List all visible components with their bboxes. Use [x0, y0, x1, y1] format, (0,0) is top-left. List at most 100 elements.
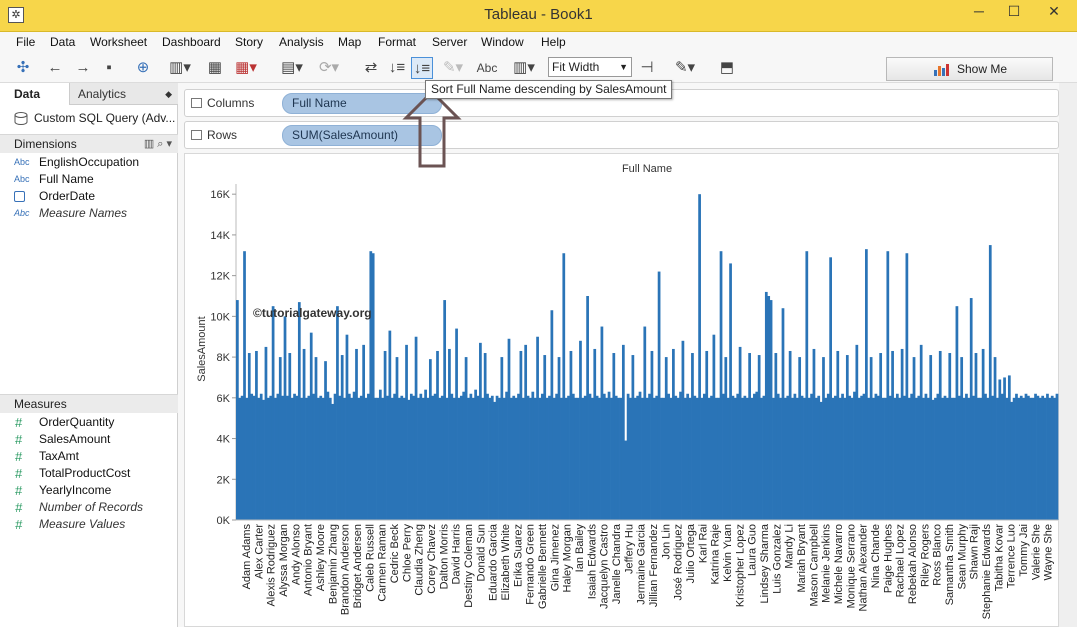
fit-select[interactable]: Fit Width ▼ — [548, 57, 632, 77]
bar — [614, 395, 618, 520]
bar — [891, 350, 894, 520]
duplicate-sheet-icon[interactable]: ▦ — [204, 57, 226, 79]
new-worksheet-icon[interactable]: ▥▾ — [164, 57, 196, 79]
menu-help[interactable]: Help — [541, 35, 566, 49]
bar — [395, 357, 399, 520]
fix-axes-icon[interactable]: ▥▾ — [508, 57, 540, 79]
bar — [838, 397, 842, 520]
tableau-home-icon[interactable]: ✣ — [12, 57, 34, 79]
number-type-icon: # — [15, 517, 23, 532]
field-number-of-records[interactable]: # Number of Records — [0, 499, 178, 516]
bar — [431, 395, 435, 520]
bar — [374, 397, 377, 520]
new-data-source-icon[interactable]: ⊕ — [132, 57, 154, 79]
presentation-mode-icon[interactable]: ⬒ — [716, 57, 738, 79]
menu-story[interactable]: Story — [235, 35, 263, 49]
run-update-icon[interactable]: ⟳▾ — [314, 57, 344, 79]
menu-data[interactable]: Data — [50, 35, 75, 49]
bar — [1017, 397, 1021, 520]
bar — [264, 346, 268, 520]
bar — [793, 393, 797, 520]
database-icon — [14, 112, 28, 125]
pin-icon[interactable]: ⊣ — [636, 57, 658, 79]
menu-format[interactable]: Format — [378, 35, 416, 49]
menu-window[interactable]: Window — [481, 35, 524, 49]
redo-icon[interactable]: → — [72, 57, 94, 79]
x-category-label: Caleb Russell — [364, 524, 376, 592]
field-measure-names[interactable]: Abc Measure Names — [0, 205, 178, 222]
number-type-icon: # — [15, 466, 23, 481]
bar — [1022, 397, 1025, 520]
toolbar: ✣ ← → ▪ ⊕ ▥▾ ▦ ▦▾ ▤▾ ⟳▾ ⇄ ↓≡ ↓≡ ✎▾ Abc ▥… — [0, 53, 1077, 83]
bar — [845, 355, 849, 520]
bar — [245, 397, 249, 520]
pause-updates-icon[interactable]: ▤▾ — [276, 57, 308, 79]
show-mark-labels-button[interactable]: Abc — [474, 57, 500, 79]
bar — [355, 348, 358, 520]
x-category-label: Chloe Perry — [401, 524, 413, 583]
save-icon[interactable]: ▪ — [98, 57, 120, 79]
field-full-name[interactable]: Abc Full Name — [0, 171, 178, 188]
dimensions-controls[interactable]: ▥ ⌕ ▾ — [144, 135, 172, 154]
view-canvas[interactable]: Full Name 0K 2K 4K 6K 8K 10K 12K 14K 16K SalesAmou… — [184, 153, 1059, 627]
sort-descending-icon[interactable]: ↓≡ — [411, 57, 433, 79]
undo-icon[interactable]: ← — [44, 57, 66, 79]
field-yearlyincome[interactable]: # YearlyIncome — [0, 482, 178, 499]
bar — [962, 397, 966, 520]
field-orderdate[interactable]: OrderDate — [0, 188, 178, 205]
menu-map[interactable]: Map — [338, 35, 361, 49]
tab-data[interactable]: Data — [0, 83, 70, 105]
highlight-icon[interactable]: ✎▾ — [438, 57, 468, 79]
bar — [483, 353, 487, 520]
bar — [676, 397, 680, 520]
tab-analytics[interactable]: Analytics ◆ — [70, 83, 178, 105]
bar — [343, 397, 346, 520]
bar — [931, 399, 935, 520]
field-totalproductcost[interactable]: # TotalProductCost — [0, 465, 178, 482]
menu-analysis[interactable]: Analysis — [279, 35, 324, 49]
pane-menu-icon[interactable]: ◆ — [165, 83, 172, 105]
bar — [862, 393, 866, 520]
bar — [378, 389, 382, 520]
field-measure-values[interactable]: # Measure Values — [0, 516, 178, 533]
bar — [560, 397, 563, 520]
bar — [724, 357, 728, 520]
sort-ascending-icon[interactable]: ↓≡ — [386, 57, 408, 79]
minimize-button[interactable]: ─ — [962, 0, 996, 24]
menu-file[interactable]: File — [16, 35, 35, 49]
x-category-label: Destiny Coleman — [463, 524, 475, 608]
field-orderquantity[interactable]: # OrderQuantity — [0, 414, 178, 431]
bar — [428, 359, 432, 520]
menu-server[interactable]: Server — [432, 35, 467, 49]
x-category-label: Adam Adams — [241, 524, 253, 590]
bar — [865, 249, 868, 520]
maximize-button[interactable]: ☐ — [997, 0, 1031, 24]
close-button[interactable]: ✕ — [1031, 0, 1077, 24]
swap-rows-columns-icon[interactable]: ⇄ — [360, 57, 382, 79]
bar — [400, 395, 404, 520]
right-scrollbar[interactable] — [1059, 83, 1077, 627]
bar — [1050, 395, 1054, 520]
menu-worksheet[interactable]: Worksheet — [90, 35, 147, 49]
data-source-label: Custom SQL Query (Adv... — [34, 111, 176, 125]
clear-sheet-icon[interactable]: ▦▾ — [230, 57, 262, 79]
bar — [776, 393, 780, 520]
bar — [755, 391, 759, 520]
field-taxamt[interactable]: # TaxAmt — [0, 448, 178, 465]
bar — [243, 251, 246, 520]
menu-dashboard[interactable]: Dashboard — [162, 35, 221, 49]
pen-tool-icon[interactable]: ✎▾ — [668, 57, 702, 79]
bar — [340, 355, 344, 520]
bar — [860, 395, 863, 520]
field-salesamount[interactable]: # SalesAmount — [0, 431, 178, 448]
data-source-item[interactable]: Custom SQL Query (Adv... — [0, 107, 178, 129]
bar — [281, 395, 284, 520]
show-me-button[interactable]: Show Me — [886, 57, 1053, 81]
annotation-up-arrow-icon — [402, 89, 462, 168]
x-category-label: Rebekah Alonso — [907, 524, 919, 604]
rows-shelf-label: Rows — [207, 128, 238, 142]
field-label: Number of Records — [39, 500, 144, 514]
x-category-label: Claudia Zheng — [414, 524, 426, 596]
field-englishoccupation[interactable]: Abc EnglishOccupation — [0, 154, 178, 171]
rows-shelf[interactable]: Rows SUM(SalesAmount) — [184, 121, 1059, 149]
